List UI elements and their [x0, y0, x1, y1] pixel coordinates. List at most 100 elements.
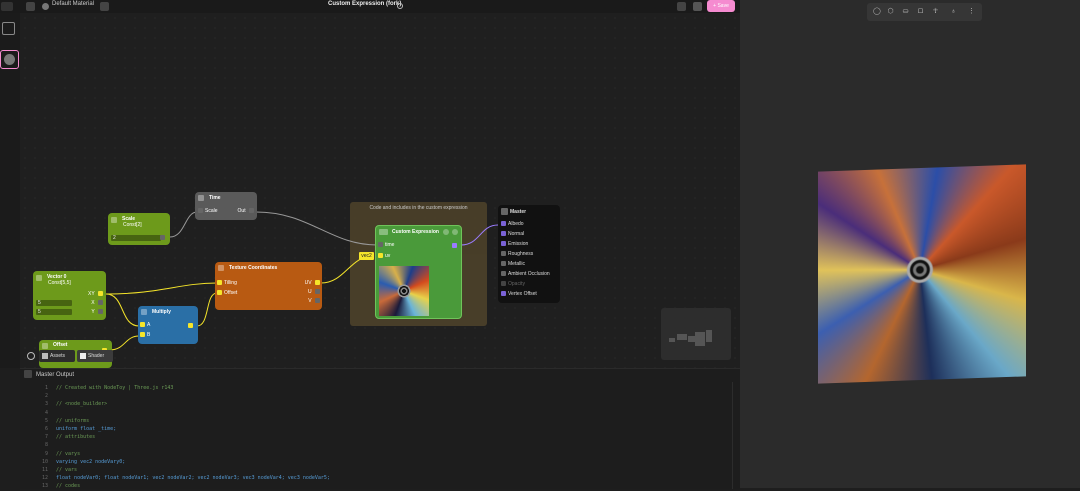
light-icon[interactable]: ♁	[950, 8, 957, 15]
vector-output-xy[interactable]: XY	[88, 290, 103, 298]
group-title: Code and includes in the custom expressi…	[369, 205, 468, 211]
vector-x-field[interactable]: 5	[36, 300, 72, 306]
master-input-roughness[interactable]: Roughness	[498, 249, 560, 259]
minimap[interactable]	[661, 308, 731, 360]
preview-thumbnail	[379, 266, 429, 316]
app-menu-icon[interactable]	[1, 2, 13, 11]
uv-type-tag: vec2	[359, 252, 374, 260]
preview-viewport[interactable]	[740, 0, 1080, 488]
master-input-ambient-occlusion[interactable]: Ambient Occlusion	[498, 269, 560, 279]
sidebar-toggle-icon[interactable]	[26, 2, 35, 11]
offset-node-header: Offset	[39, 340, 112, 349]
cylinder-icon[interactable]: ⛀	[902, 8, 909, 15]
texcoord-output-u[interactable]: U	[308, 288, 320, 296]
sphere-preview-button[interactable]	[0, 50, 19, 69]
more-icon[interactable]: ⋮	[968, 8, 975, 15]
pin-icon[interactable]	[188, 323, 193, 328]
figure-icon[interactable]: ☥	[932, 8, 939, 15]
code-line: 10 varying vec2 nodeVary0;	[20, 458, 125, 466]
pin-icon[interactable]	[160, 235, 165, 240]
time-output[interactable]: Out	[238, 207, 254, 215]
material-name[interactable]: Default Material	[52, 1, 94, 7]
master-input-vertex-offset[interactable]: Vertex Offset	[498, 289, 560, 299]
master-input-label: Opacity	[508, 281, 525, 287]
pin-icon	[315, 298, 320, 304]
fullscreen-icon[interactable]	[677, 2, 686, 11]
code-line: 11 // vars	[20, 466, 77, 474]
master-input-label: Emission	[508, 241, 529, 247]
line-number: 5	[44, 417, 48, 424]
master-input-metallic[interactable]: Metallic	[498, 259, 560, 269]
line-number: 1	[44, 385, 48, 391]
save-button[interactable]: + Save	[707, 0, 735, 12]
pin-icon	[315, 289, 320, 295]
code-editor[interactable]: 1 // Created with NodeToy | Three.js r143…	[20, 382, 733, 489]
plane-icon[interactable]: □	[917, 8, 924, 15]
master-input-opacity[interactable]: Opacity	[498, 279, 560, 289]
pin-icon[interactable]	[452, 243, 457, 248]
texcoord-output-uv[interactable]: UV	[305, 279, 320, 287]
texture-coordinates-node[interactable]: Texture Coordinates Tilling Offset UV U …	[215, 262, 322, 310]
tab-shader[interactable]: Shader	[77, 350, 113, 362]
code-line: 4	[20, 409, 56, 417]
node-action-icon[interactable]	[452, 229, 458, 235]
texcoord-input-offset[interactable]: Offset	[217, 289, 237, 297]
master-output-title: Master Output	[36, 372, 75, 378]
scale-subtitle: Const[2]	[123, 222, 142, 228]
vector-output-x[interactable]: X	[91, 299, 103, 307]
minimap-node	[669, 338, 675, 342]
preview-center	[397, 284, 411, 298]
cube-icon[interactable]	[2, 22, 15, 35]
code-line: 1 // Created with NodeToy | Three.js r143	[20, 384, 173, 392]
vector-node[interactable]: Vector 0 Const[5,5] XY 5 X 5 Y	[33, 271, 106, 320]
code-text: // uniforms	[56, 417, 90, 424]
multiply-node-header: Multiply	[138, 306, 198, 318]
vector-output-y[interactable]: Y	[91, 308, 103, 316]
line-number: 6	[44, 426, 48, 432]
line-number: 7	[44, 434, 48, 441]
pin-icon	[98, 291, 103, 297]
texcoord-input-tilling[interactable]: Tilling	[217, 279, 237, 287]
preview-plane	[818, 164, 1026, 384]
master-input-label: Vertex Offset	[508, 291, 537, 297]
time-node[interactable]: Time Scale Out	[195, 192, 257, 220]
cube-icon[interactable]: ⬡	[887, 8, 894, 15]
tab-assets[interactable]: Assets	[39, 350, 75, 362]
code-line: 5 // uniforms	[20, 417, 89, 425]
minimap-node	[677, 334, 687, 340]
sphere-icon[interactable]: ◯	[873, 8, 881, 15]
uv-input-label: uv	[385, 253, 391, 259]
custom-input-time[interactable]: time	[378, 241, 394, 249]
multiply-input-b[interactable]: B	[140, 331, 150, 339]
scale-value-field[interactable]: 2	[111, 235, 161, 241]
pin-icon	[315, 280, 320, 286]
line-number: 11	[41, 467, 48, 473]
material-options-icon[interactable]	[100, 2, 109, 11]
pin-icon	[98, 300, 103, 306]
scale-node[interactable]: Scale Const[2] 2	[108, 213, 170, 245]
master-input-emission[interactable]: Emission	[498, 239, 560, 249]
master-input-albedo[interactable]: Albedo	[498, 219, 560, 229]
pin-icon	[501, 261, 506, 267]
wrench-icon	[501, 208, 508, 216]
play-icon[interactable]	[693, 2, 702, 11]
master-input-normal[interactable]: Normal	[498, 229, 560, 239]
left-toolbar	[0, 13, 20, 368]
multiply-input-a[interactable]: A	[140, 321, 150, 329]
y-label: Y	[91, 309, 95, 315]
code-icon	[379, 229, 388, 235]
vector-y-field[interactable]: 5	[36, 309, 72, 315]
multiply-node[interactable]: Multiply A B	[138, 306, 198, 344]
a-label: A	[147, 322, 151, 328]
custom-expression-node[interactable]: Custom Expression time uv	[375, 225, 462, 319]
custom-input-uv[interactable]: uv	[378, 252, 390, 260]
search-icon[interactable]	[27, 352, 35, 360]
node-action-icon[interactable]	[443, 229, 449, 235]
texcoord-output-v[interactable]: V	[308, 297, 320, 305]
time-input-scale[interactable]: Scale	[198, 207, 218, 215]
globe-icon[interactable]	[397, 3, 403, 9]
line-number: 3	[44, 401, 48, 408]
tilling-label: Tilling	[224, 280, 237, 286]
assets-label: Assets	[50, 353, 66, 359]
master-node[interactable]: Master Albedo Normal Emission Roughness Meta…	[498, 205, 560, 303]
